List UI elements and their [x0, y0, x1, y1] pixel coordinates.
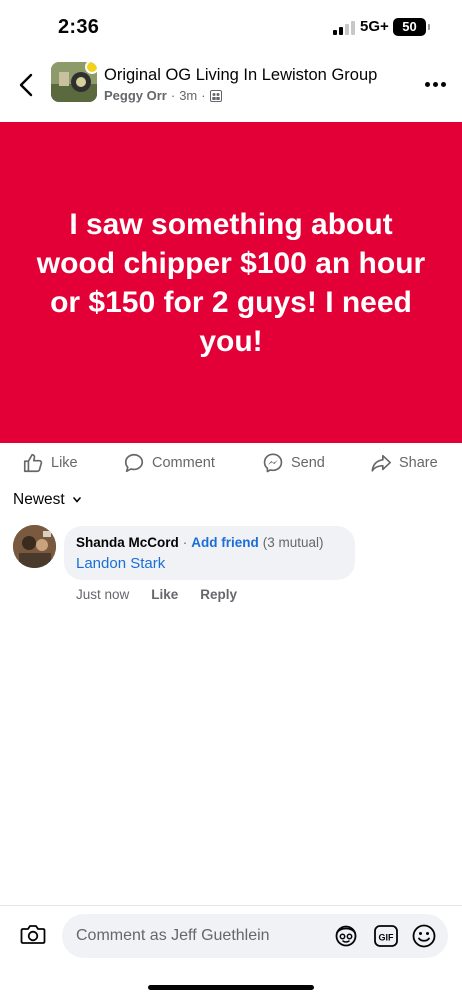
like-label: Like [51, 455, 78, 471]
back-button[interactable] [12, 68, 40, 102]
post-meta: Peggy Orr · 3m · [104, 88, 222, 103]
status-time: 2:36 [58, 16, 100, 38]
comment-time: Just now [76, 587, 130, 602]
post-background: I saw something about wood chipper $100 … [0, 122, 462, 443]
comment-sort-dropdown[interactable]: Newest [13, 491, 81, 509]
post-time[interactable]: 3m [179, 88, 197, 103]
comment-bubble-icon [124, 453, 144, 473]
svg-text:GIF: GIF [379, 933, 395, 943]
more-dot [432, 81, 438, 87]
share-arrow-icon [371, 454, 391, 472]
avatar-sticker-button[interactable] [333, 923, 359, 954]
battery-tip [428, 24, 430, 30]
status-bar: 2:36 5G+ 50 [0, 0, 462, 54]
gif-button[interactable]: GIF [373, 923, 399, 954]
thumbs-up-icon [23, 453, 43, 473]
chevron-down-icon [72, 497, 81, 503]
comment-label: Comment [152, 455, 215, 471]
post-header: Original OG Living In Lewiston Group Peg… [0, 54, 462, 120]
comment-header: Shanda McCord · Add friend (3 mutual) [76, 535, 343, 550]
meta-separator: · [170, 88, 176, 103]
more-options-button[interactable] [420, 72, 450, 96]
gif-icon: GIF [374, 925, 398, 947]
battery-icon: 50 [393, 18, 426, 36]
comment-meta: Just now Like Reply [76, 587, 237, 602]
meta-separator: · [201, 88, 206, 103]
more-dot [440, 81, 446, 87]
commenter-photo [13, 525, 56, 568]
add-friend-link[interactable]: Add friend [191, 535, 259, 550]
mutual-friends: (3 mutual) [262, 535, 324, 550]
comment-separator: · [182, 535, 188, 550]
send-button[interactable]: Send [262, 452, 325, 474]
comment-mention[interactable]: Landon Stark [76, 555, 343, 572]
comment-bubble[interactable]: Shanda McCord · Add friend (3 mutual) La… [64, 526, 355, 580]
avatar-sticker-icon [335, 925, 357, 947]
more-horizontal-icon [424, 81, 430, 87]
network-type: 5G+ [360, 18, 389, 35]
post-actions: Like Comment Send Share [0, 444, 462, 486]
post-author[interactable]: Peggy Orr [104, 88, 167, 103]
camera-icon [20, 925, 46, 944]
group-avatar[interactable] [51, 62, 97, 102]
like-button[interactable]: Like [22, 452, 78, 474]
camera-button[interactable] [20, 923, 46, 950]
home-indicator[interactable] [148, 985, 314, 990]
group-members-icon [209, 89, 222, 102]
share-label: Share [399, 455, 438, 471]
commenter-avatar[interactable] [13, 525, 56, 568]
messenger-icon [263, 453, 283, 473]
send-label: Send [291, 455, 325, 471]
share-button[interactable]: Share [370, 452, 438, 474]
comment-composer: Comment as Jeff Guethlein GIF [0, 905, 462, 969]
post-text: I saw something about wood chipper $100 … [36, 207, 426, 358]
comment-author[interactable]: Shanda McCord [76, 535, 179, 550]
sort-label: Newest [13, 491, 65, 508]
comment-button[interactable]: Comment [123, 452, 215, 474]
notification-badge [85, 62, 97, 74]
cellular-signal-icon [333, 21, 355, 35]
comment-like-button[interactable]: Like [151, 587, 178, 602]
chevron-left-icon [19, 73, 33, 97]
comment-reply-button[interactable]: Reply [200, 587, 237, 602]
emoji-icon [412, 924, 436, 948]
emoji-button[interactable] [411, 923, 437, 954]
group-name[interactable]: Original OG Living In Lewiston Group [104, 66, 377, 85]
